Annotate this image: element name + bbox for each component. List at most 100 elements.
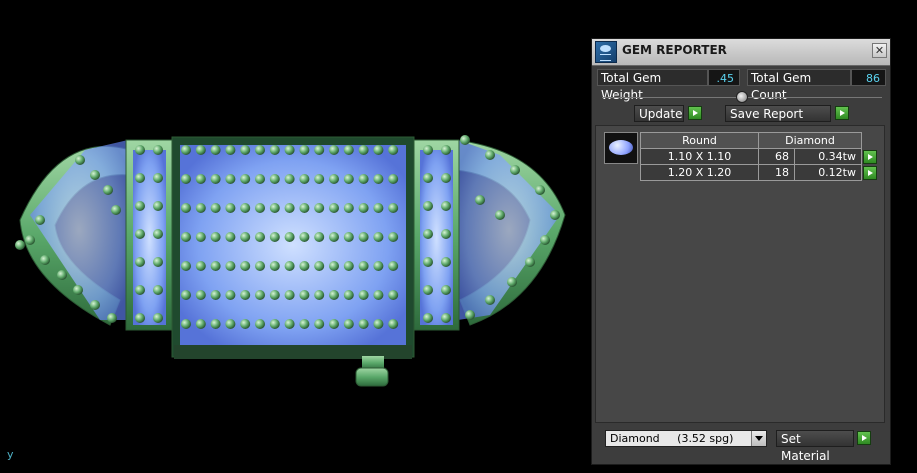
update-button[interactable]: Update [634,105,684,122]
dropdown-arrow-icon[interactable] [751,431,766,446]
prong-bead [423,173,433,183]
set-material-button[interactable]: Set Material [776,430,854,463]
prong-bead [153,173,163,183]
prong-bead [135,145,145,155]
prong-bead [225,319,236,329]
prong-bead [329,261,339,271]
prong-bead [181,145,191,155]
prong-bead [314,203,325,213]
prong-bead [153,257,163,267]
gem-report-area: Round Diamond 1.10 X 1.10 68 0.34tw 1.20… [595,125,885,423]
total-gem-count-value: 86 [851,69,886,86]
prong-bead [358,232,369,242]
prong-bead [255,319,265,329]
prong-bead [373,319,384,329]
axis-y-label: y [7,448,14,461]
prong-bead [135,173,145,183]
prong-bead [510,165,520,175]
prong-bead [195,174,206,184]
panel-titlebar[interactable]: GEM REPORTER ✕ [592,39,890,66]
prong-bead [358,319,369,329]
prong-bead [210,203,221,213]
prong-bead [299,232,310,242]
prong-bead [103,185,113,195]
prong-bead [15,240,25,250]
prong-bead [269,232,280,242]
prong-bead [135,257,145,267]
gem-table: Round Diamond 1.10 X 1.10 68 0.34tw 1.20… [640,132,878,181]
material-select[interactable]: Diamond (3.52 spg) [605,430,767,447]
close-button[interactable]: ✕ [872,43,887,58]
prong-bead [343,232,354,242]
prong-bead [90,300,100,310]
prong-bead [388,290,399,300]
prong-bead [225,203,236,213]
prong-bead [343,174,354,184]
prong-bead [225,174,236,184]
gem-weight: 0.34tw [794,148,862,165]
prong-bead [90,170,100,180]
gem-count: 68 [758,148,795,165]
prong-bead [299,174,310,184]
prong-bead [225,261,236,271]
prong-bead [441,201,451,211]
prong-bead [423,229,433,239]
total-gem-count-label: Total Gem Count [747,69,851,102]
column-header-shape: Round [640,132,759,149]
prong-bead [240,232,251,242]
prong-bead [475,195,485,205]
prong-bead [195,290,206,300]
prong-bead [153,285,163,295]
prong-bead [329,290,339,300]
row-play-icon[interactable] [863,165,877,180]
prong-bead [284,203,295,213]
total-gem-weight-value: .45 [708,69,740,86]
set-material-play-icon[interactable] [857,431,871,445]
update-play-icon[interactable] [688,106,702,120]
prong-bead [73,285,83,295]
prong-bead [225,290,236,300]
3d-viewport[interactable]: y [0,0,590,470]
prong-bead [441,313,451,323]
prong-bead [210,261,221,271]
prong-bead [343,203,354,213]
prong-bead [299,261,310,271]
prong-bead [284,290,295,300]
divider-knob-handle[interactable] [736,91,748,103]
column-header-material: Diamond [758,132,862,149]
prong-bead [225,232,236,242]
spacer [862,133,878,149]
row-play-icon[interactable] [863,149,877,164]
prong-bead [195,145,206,155]
prong-bead [75,155,85,165]
round-gem-icon[interactable] [604,132,638,164]
prong-bead [181,319,191,329]
prong-bead [225,145,236,155]
panel-title: GEM REPORTER [622,43,727,57]
prong-bead [314,319,325,329]
prong-bead [269,261,280,271]
prong-bead [423,201,433,211]
save-report-button[interactable]: Save Report [725,105,831,122]
prong-bead [255,232,265,242]
gem-size: 1.10 X 1.10 [640,148,759,165]
prong-bead [343,261,354,271]
save-report-play-icon[interactable] [835,106,849,120]
table-row[interactable]: 1.20 X 1.20 18 0.12tw [640,164,878,181]
prong-bead [465,310,475,320]
prong-bead [269,290,280,300]
prong-bead [540,235,550,245]
prong-bead [240,290,251,300]
prong-bead [535,185,545,195]
prong-bead [441,173,451,183]
table-row[interactable]: 1.10 X 1.10 68 0.34tw [640,148,878,165]
prong-bead [240,203,251,213]
prong-bead [329,203,339,213]
gem-count: 18 [758,164,795,181]
prong-bead [358,145,369,155]
prong-bead [343,290,354,300]
prong-bead [135,201,145,211]
prong-bead [299,319,310,329]
prong-bead [284,319,295,329]
prong-bead [269,203,280,213]
